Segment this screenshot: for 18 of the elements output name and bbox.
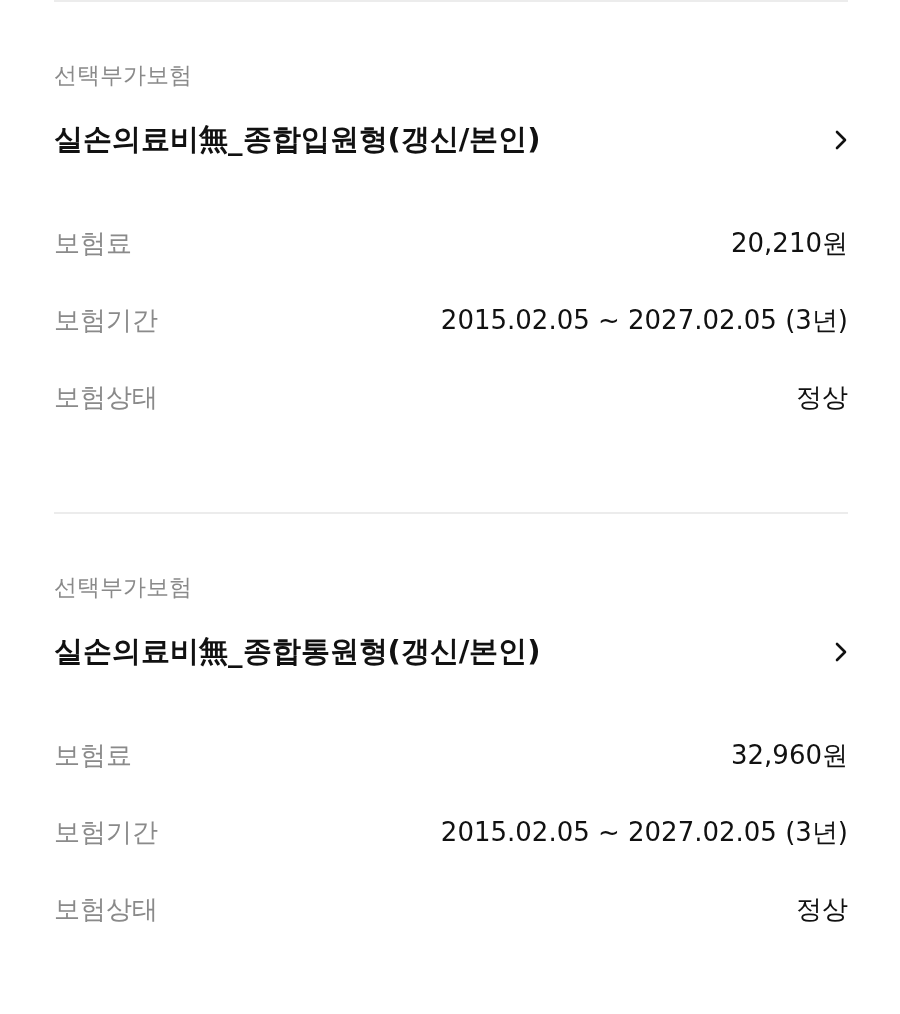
- plan-title-button[interactable]: 실손의료비無_종합통원형(갱신/본인): [54, 627, 848, 677]
- detail-value: 2015.02.05 ~ 2027.02.05 (3년): [440, 303, 848, 337]
- chevron-right-icon: [834, 641, 848, 663]
- detail-label: 보험기간: [54, 815, 158, 849]
- plan-category: 선택부가보험: [54, 61, 192, 90]
- detail-value: 정상: [796, 892, 848, 926]
- detail-label: 보험상태: [54, 380, 158, 414]
- detail-value: 32,960원: [731, 738, 848, 772]
- detail-label: 보험상태: [54, 892, 158, 926]
- chevron-right-icon: [834, 129, 848, 151]
- detail-label: 보험기간: [54, 303, 158, 337]
- plan-title-button[interactable]: 실손의료비無_종합입원형(갱신/본인): [54, 115, 848, 165]
- detail-value: 2015.02.05 ~ 2027.02.05 (3년): [440, 815, 848, 849]
- detail-value: 정상: [796, 380, 848, 414]
- detail-value: 20,210원: [731, 226, 848, 260]
- plan-category: 선택부가보험: [54, 573, 192, 602]
- detail-label: 보험료: [54, 738, 132, 772]
- detail-label: 보험료: [54, 226, 132, 260]
